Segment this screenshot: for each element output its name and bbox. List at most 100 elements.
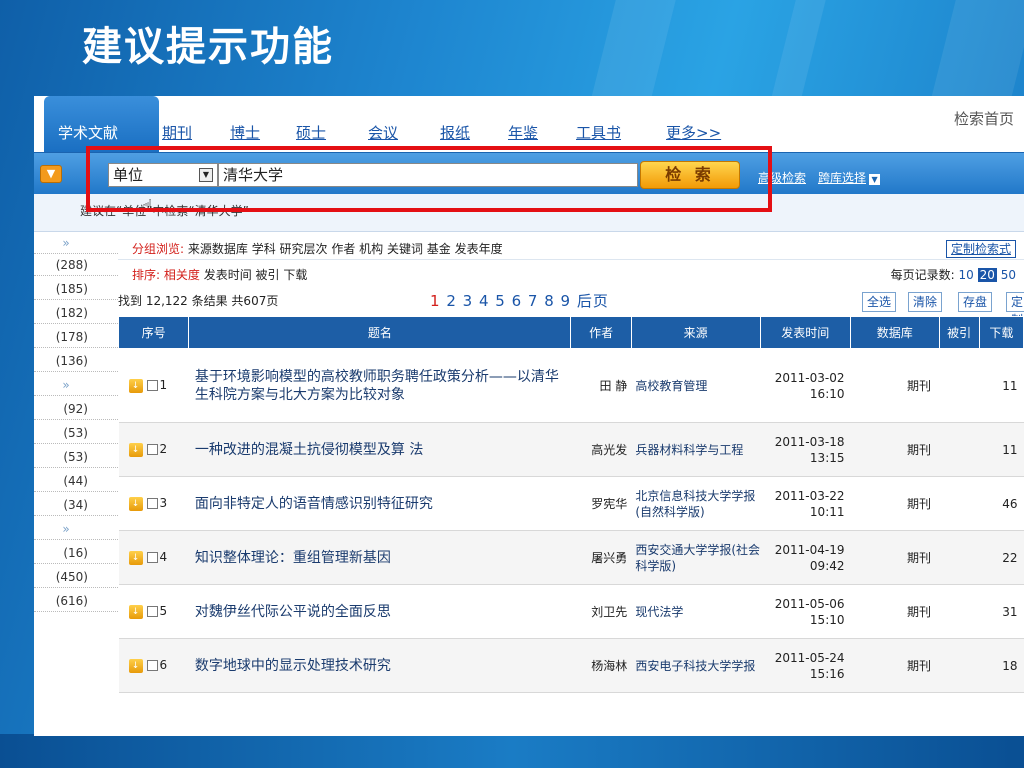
group-browse-items[interactable]: 来源数据库 学科 研究层次 作者 机构 关键词 基金 发表年度 — [188, 242, 503, 256]
search-home-link[interactable]: 检索首页 — [954, 108, 1014, 129]
row-checkbox[interactable] — [146, 498, 158, 510]
page-links[interactable]: 2 3 4 5 6 7 8 9 后页 — [446, 292, 609, 310]
download-icon[interactable]: ↓ — [128, 658, 143, 673]
pagination: 1 2 3 4 5 6 7 8 9 后页 — [430, 290, 609, 312]
date-value: 2011-05-06 — [774, 596, 845, 611]
author-link[interactable]: 田 静 — [570, 348, 632, 423]
save-button[interactable]: 存盘 — [958, 292, 993, 312]
header-downloads[interactable]: 下载 — [978, 316, 1024, 349]
header-title[interactable]: 题名 — [188, 316, 572, 349]
tab-more[interactable]: 更多>> — [666, 122, 721, 143]
tab-phd[interactable]: 博士 — [230, 122, 260, 143]
tab-masters[interactable]: 硕士 — [296, 122, 326, 143]
date-value: 2011-03-02 — [774, 370, 845, 385]
title-link[interactable]: 对魏伊丝代际公平说的全面反思 — [188, 584, 571, 639]
download-icon[interactable]: ↓ — [128, 604, 143, 619]
date-value: 2011-04-19 — [774, 542, 845, 557]
row-index-cell: ↓ 1 — [118, 348, 189, 423]
filter-count[interactable]: (44) — [34, 470, 118, 492]
author-link[interactable]: 刘卫先 — [570, 584, 632, 639]
source-link[interactable]: 高校教育管理 — [631, 348, 761, 423]
per-page-10[interactable]: 10 — [959, 268, 974, 282]
chevron-down-icon[interactable]: » — [34, 232, 118, 254]
per-page-50[interactable]: 50 — [1001, 268, 1016, 282]
database-cell: 期刊 — [850, 530, 939, 585]
table-row: ↓ 6 数字地球中的显示处理技术研究 杨海林 西安电子科技大学学报 2011-05… — [118, 638, 1024, 693]
sort-options[interactable]: 发表时间 被引 下载 — [204, 268, 308, 282]
sort-label: 排序: — [132, 268, 161, 282]
filter-count[interactable]: (182) — [34, 302, 118, 324]
filter-count[interactable]: (92) — [34, 398, 118, 420]
result-count: 找到 12,122 条结果 共607页 — [118, 294, 279, 308]
tab-yearbooks[interactable]: 年鉴 — [508, 122, 538, 143]
source-link[interactable]: 西安电子科技大学学报 — [631, 638, 761, 693]
source-link[interactable]: 兵器材料科学与工程 — [631, 422, 761, 477]
header-cited[interactable]: 被引 — [938, 316, 980, 349]
slide-bottom-band — [0, 734, 1024, 768]
select-all-button[interactable]: 全选 — [862, 292, 897, 312]
cross-database-label: 跨库选择 — [818, 171, 867, 185]
table-row: ↓ 5 对魏伊丝代际公平说的全面反思 刘卫先 现代法学 2011-05-06 15:… — [118, 584, 1024, 639]
title-link[interactable]: 数字地球中的显示处理技术研究 — [188, 638, 571, 693]
download-icon[interactable]: ↓ — [128, 496, 143, 511]
chevron-down-icon[interactable]: » — [34, 374, 118, 396]
publish-date: 2011-03-02 16:10 — [760, 348, 851, 423]
filter-count[interactable]: (178) — [34, 326, 118, 348]
header-date[interactable]: 发表时间 — [759, 316, 852, 349]
chevron-down-icon[interactable]: » — [34, 518, 118, 540]
row-index-cell: ↓ 5 — [118, 584, 189, 639]
filter-count[interactable]: (616) — [34, 590, 118, 612]
per-page-label: 每页记录数: — [890, 268, 955, 282]
filter-count[interactable]: (16) — [34, 542, 118, 564]
row-checkbox[interactable] — [146, 660, 158, 672]
table-header-row: 序号 题名 作者 来源 发表时间 数据库 被引 下载 — [117, 316, 1024, 349]
tab-reference-books[interactable]: 工具书 — [576, 122, 621, 143]
download-icon[interactable]: ↓ — [128, 550, 143, 565]
author-link[interactable]: 杨海林 — [570, 638, 632, 693]
download-icon[interactable]: ↓ — [128, 442, 143, 457]
download-icon[interactable]: ↓ — [128, 378, 143, 393]
row-checkbox[interactable] — [146, 552, 158, 564]
header-source[interactable]: 来源 — [630, 316, 761, 349]
title-link[interactable]: 面向非特定人的语音情感识别特征研究 — [188, 476, 571, 531]
sort-relevance[interactable]: 相关度 — [164, 268, 200, 282]
cross-database-link[interactable]: 跨库选择 ▼ — [818, 169, 881, 186]
expand-dropdown-button[interactable]: ▼ — [40, 165, 62, 183]
author-link[interactable]: 高光发 — [570, 422, 632, 477]
row-checkbox[interactable] — [146, 444, 158, 456]
author-link[interactable]: 屠兴勇 — [570, 530, 632, 585]
title-link[interactable]: 基于环境影响模型的高校教师职务聘任政策分析——以清华生科院方案与北大方案为比较对… — [188, 348, 571, 423]
clear-button[interactable]: 清除 — [908, 292, 943, 312]
filter-count[interactable]: (53) — [34, 422, 118, 444]
tab-newspapers[interactable]: 报纸 — [440, 122, 470, 143]
tab-academic[interactable]: 学术文献 — [58, 122, 118, 143]
table-row: ↓ 2 一种改进的混凝土抗侵彻模型及算 法 高光发 兵器材料科学与工程 2011-… — [118, 422, 1024, 477]
tab-journals[interactable]: 期刊 — [162, 122, 192, 143]
source-link[interactable]: 现代法学 — [631, 584, 761, 639]
filter-count[interactable]: (450) — [34, 566, 118, 588]
author-link[interactable]: 罗宪华 — [570, 476, 632, 531]
per-page-20[interactable]: 20 — [977, 268, 997, 282]
title-link[interactable]: 知识整体理论：重组管理新基因 — [188, 530, 571, 585]
row-number: 1 — [159, 378, 168, 393]
filter-count[interactable]: (53) — [34, 446, 118, 468]
header-database[interactable]: 数据库 — [850, 316, 940, 349]
custom-query-button[interactable]: 定制检索式 — [945, 240, 1016, 258]
filter-count[interactable]: (136) — [34, 350, 118, 372]
row-checkbox[interactable] — [146, 606, 158, 618]
header-no[interactable]: 序号 — [117, 316, 190, 349]
time-value: 09:42 — [809, 558, 845, 573]
filter-count[interactable]: (288) — [34, 254, 118, 276]
source-link[interactable]: 西安交通大学学报(社会科学版) — [631, 530, 761, 585]
tab-conference[interactable]: 会议 — [368, 122, 398, 143]
row-checkbox[interactable] — [146, 380, 158, 392]
filter-count[interactable]: (34) — [34, 494, 118, 516]
row-index-cell: ↓ 2 — [118, 422, 189, 477]
filter-count[interactable]: (185) — [34, 278, 118, 300]
header-author[interactable]: 作者 — [570, 316, 632, 349]
title-link[interactable]: 一种改进的混凝土抗侵彻模型及算 法 — [188, 422, 571, 477]
publish-date: 2011-03-18 13:15 — [760, 422, 851, 477]
row-index-cell: ↓ 6 — [118, 638, 189, 693]
source-link[interactable]: 北京信息科技大学学报(自然科学版) — [631, 476, 761, 531]
customize-button[interactable]: 定制 — [1006, 292, 1024, 327]
